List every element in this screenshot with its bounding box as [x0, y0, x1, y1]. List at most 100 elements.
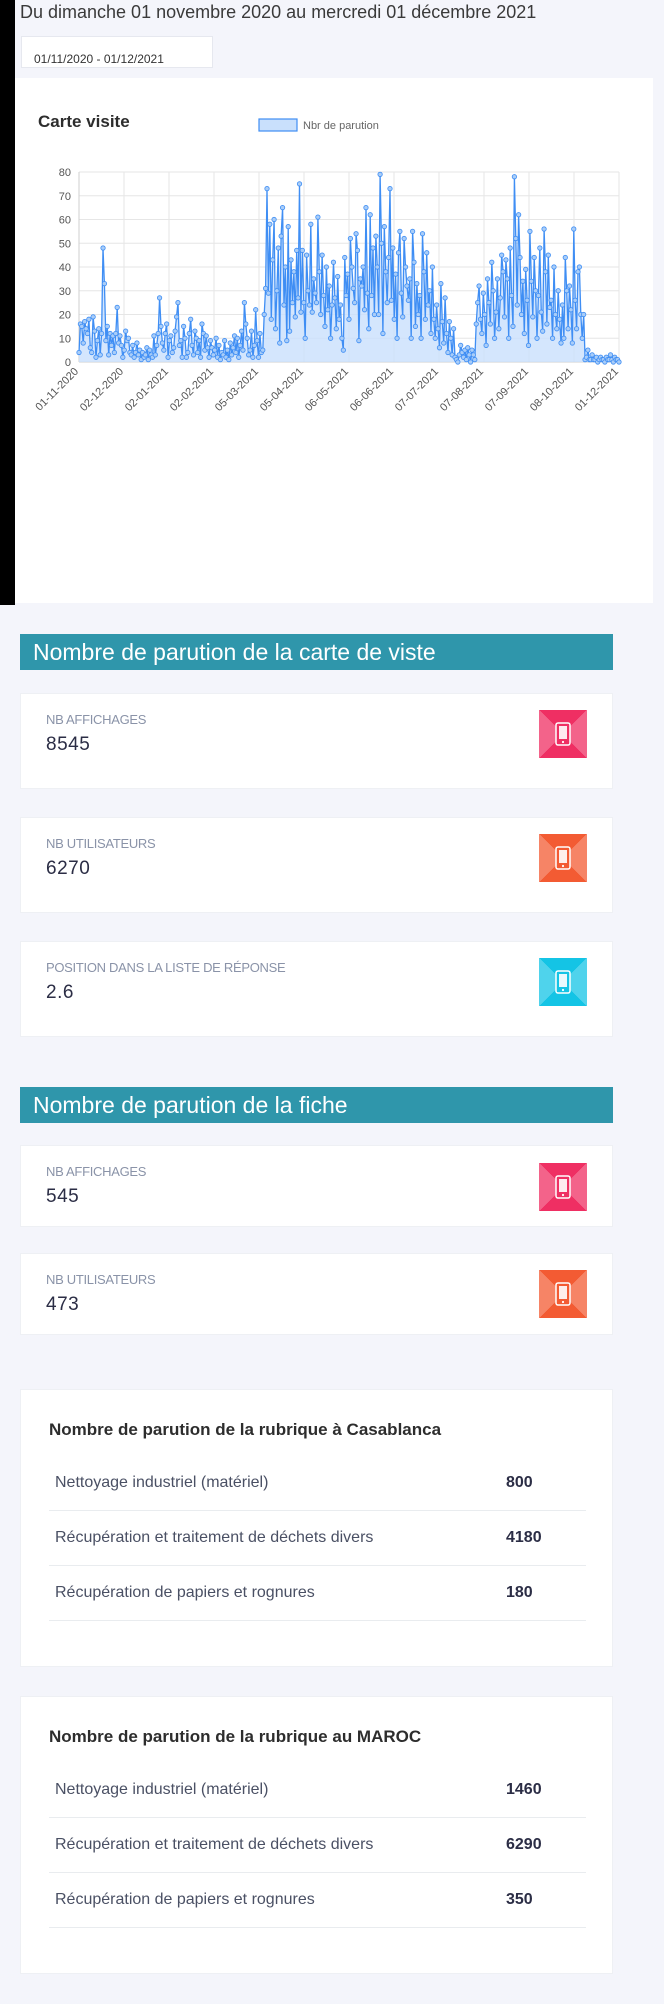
data-point: [99, 330, 105, 337]
table-row: Nettoyage industriel (matériel) 1460: [49, 1762, 586, 1818]
data-point: [226, 357, 232, 363]
data-point: [343, 292, 349, 299]
data-point: [380, 330, 386, 337]
data-point: [96, 326, 102, 332]
row-value: 6290: [506, 1836, 542, 1853]
data-point: [501, 314, 508, 320]
mobile-phone-icon: [539, 1270, 587, 1318]
data-point: [97, 352, 103, 358]
data-point: [479, 330, 485, 337]
data-point: [480, 290, 486, 296]
data-point: [510, 323, 516, 329]
data-point: [270, 257, 276, 263]
data-point: [301, 300, 307, 306]
stat-value: 6270: [46, 858, 91, 879]
date-range-input[interactable]: 01/11/2020 - 01/12/2021: [21, 36, 213, 68]
row-value: 180: [506, 1584, 533, 1601]
data-point: [114, 304, 120, 310]
data-point: [147, 347, 153, 353]
table-title: Nombre de parution de la rubrique au MAR…: [49, 1727, 422, 1746]
data-point: [326, 283, 332, 289]
data-point: [527, 228, 533, 234]
data-point: [155, 330, 161, 337]
data-point: [125, 335, 132, 341]
data-point: [131, 354, 137, 360]
data-point: [425, 302, 431, 308]
data-point: [151, 333, 157, 339]
data-point: [145, 357, 151, 363]
data-point: [525, 342, 532, 348]
data-point: [400, 314, 406, 320]
data-point: [451, 326, 457, 332]
data-point: [581, 311, 587, 318]
data-point: [241, 300, 247, 306]
data-point: [434, 302, 440, 308]
data-point: [616, 359, 622, 365]
data-point: [405, 297, 411, 303]
data-point: [80, 340, 86, 346]
x-tick-label: 02-01-2021: [123, 366, 171, 414]
data-point: [106, 352, 112, 358]
left-black-bar: [0, 0, 15, 605]
data-point: [248, 328, 255, 334]
data-point: [234, 335, 240, 341]
data-point: [316, 269, 322, 275]
data-point: [572, 297, 578, 303]
data-point: [418, 335, 424, 341]
data-point: [373, 233, 379, 239]
data-point: [325, 307, 331, 313]
x-tick-label: 07-08-2021: [438, 366, 486, 414]
data-point: [506, 335, 512, 341]
data-point: [549, 335, 556, 341]
data-point: [540, 328, 546, 334]
data-point: [288, 257, 294, 263]
table-title: Nombre de parution de la rubrique à Casa…: [49, 1420, 442, 1439]
data-point: [236, 354, 242, 360]
data-point: [377, 171, 383, 177]
data-point: [123, 328, 129, 334]
data-point: [207, 338, 214, 344]
data-point: [561, 335, 567, 341]
data-point: [544, 321, 550, 327]
data-point: [558, 340, 564, 346]
data-point: [277, 340, 283, 346]
data-point: [296, 181, 303, 187]
data-point: [555, 288, 561, 294]
stat-card-position: Position dans la liste de réponse 2.6: [20, 941, 613, 1037]
data-point: [93, 354, 99, 360]
data-point: [421, 269, 427, 275]
data-point: [339, 335, 345, 341]
stat-value: 2.6: [46, 982, 74, 1003]
data-point: [244, 335, 250, 341]
data-point: [121, 347, 127, 353]
data-point: [492, 335, 498, 341]
data-point: [186, 330, 192, 337]
data-point: [363, 205, 369, 211]
data-point: [253, 307, 259, 313]
data-point: [120, 354, 126, 360]
data-point: [312, 290, 318, 296]
data-point: [328, 335, 334, 341]
data-point: [445, 349, 451, 356]
data-point: [371, 311, 378, 318]
data-point: [446, 319, 452, 325]
data-point: [302, 335, 308, 341]
data-point: [394, 335, 400, 341]
data-point: [83, 326, 89, 332]
row-label: Récupération et traitement de déchets di…: [55, 1836, 374, 1853]
data-point: [517, 254, 523, 261]
data-point: [438, 281, 444, 287]
data-point: [554, 326, 560, 332]
row-label: Récupération de papiers et rognures: [55, 1891, 315, 1908]
data-point: [483, 342, 489, 348]
data-point: [390, 245, 396, 251]
rubrique-casablanca-card: Nombre de parution de la rubrique à Casa…: [20, 1389, 613, 1667]
data-point: [335, 273, 341, 280]
data-point: [407, 276, 413, 282]
data-point: [264, 186, 270, 192]
data-point: [383, 269, 389, 275]
data-point: [432, 335, 438, 341]
data-point: [524, 297, 530, 303]
data-point: [547, 304, 553, 310]
mobile-phone-icon: [539, 958, 587, 1006]
